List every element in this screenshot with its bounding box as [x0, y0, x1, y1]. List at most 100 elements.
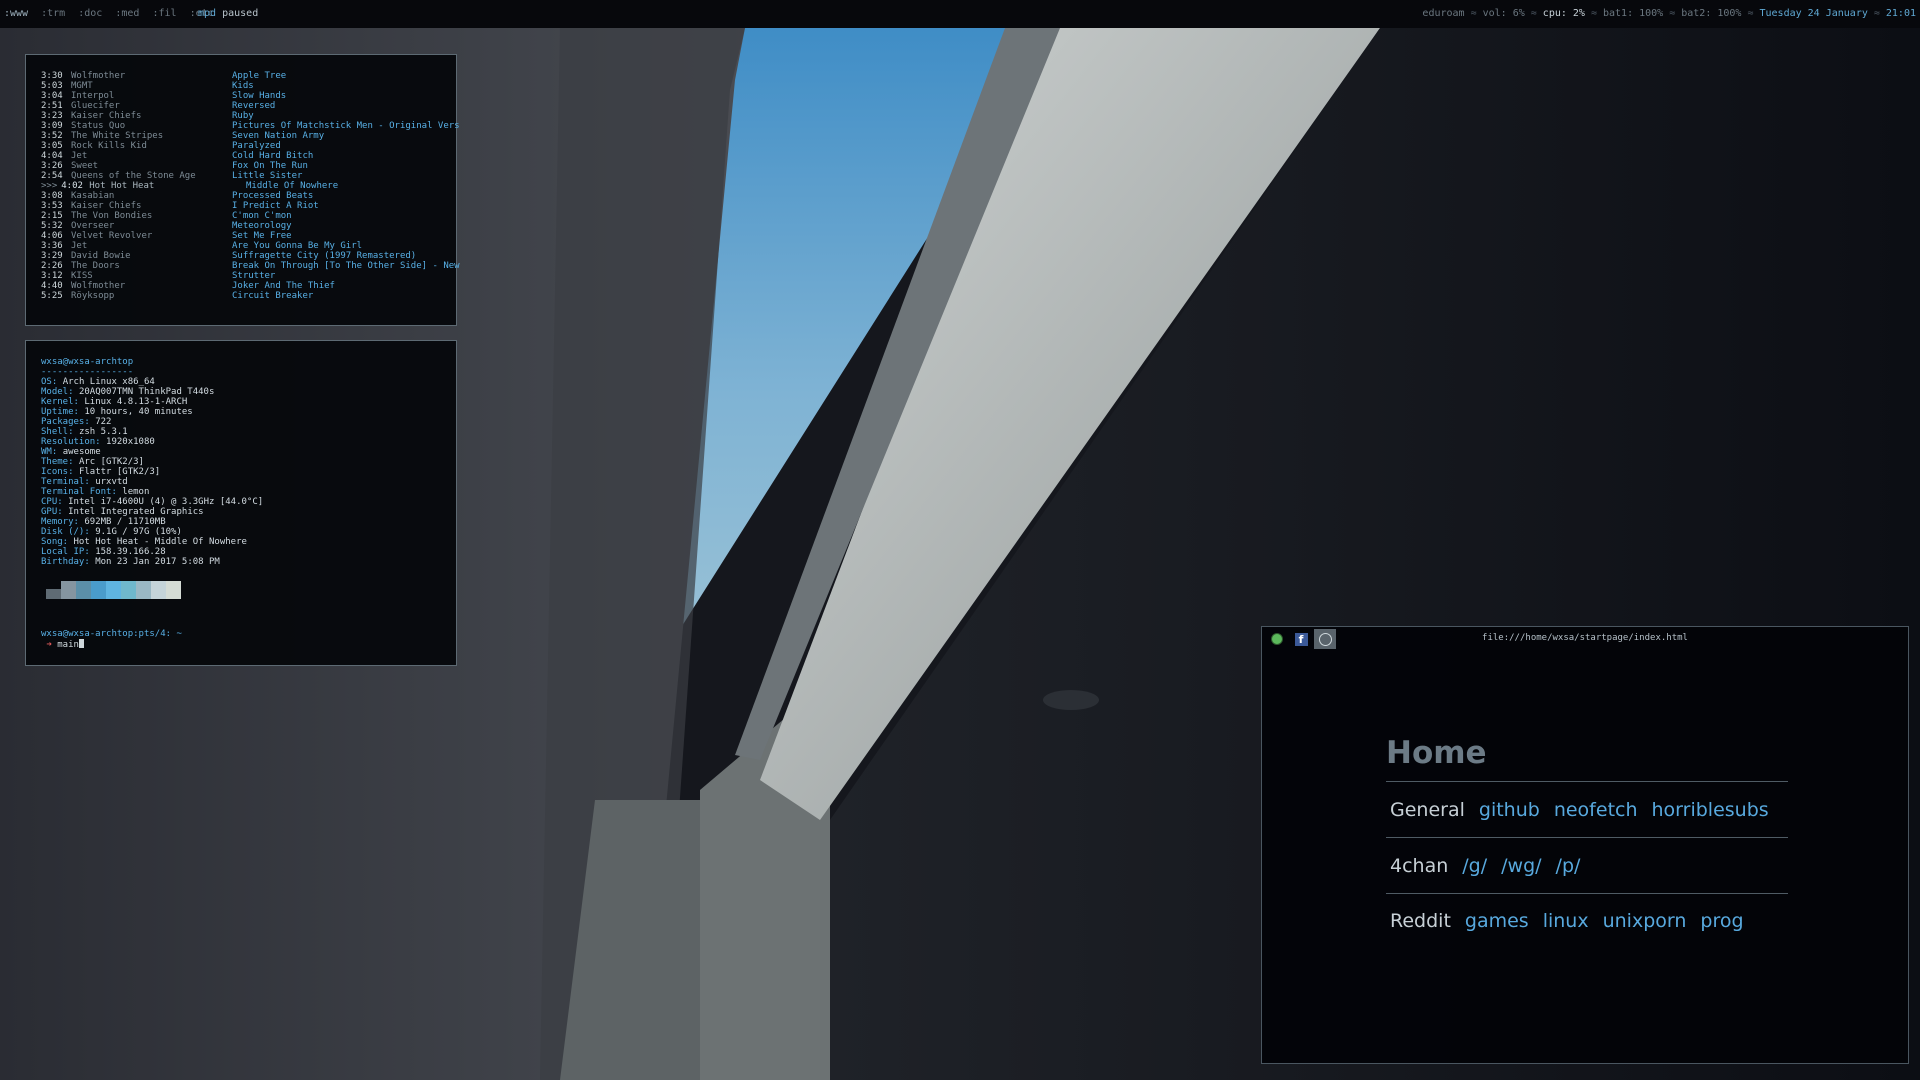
- section-category: Reddit: [1390, 910, 1451, 932]
- track-artist: Sweet: [71, 161, 99, 171]
- playlist-row[interactable]: 3:52 The White Stripes Seven Nation Army: [41, 131, 456, 141]
- track-artist: Status Quo: [71, 121, 126, 131]
- bookmark-link[interactable]: horriblesubs: [1652, 799, 1769, 821]
- info-key: Model:: [41, 387, 74, 397]
- workspace-tag-fil[interactable]: :fil: [153, 8, 177, 19]
- clock-display: 21:01: [1885, 8, 1916, 19]
- color-swatch: [61, 581, 76, 599]
- playlist-row[interactable]: 5:25 Röyksopp Circuit Breaker: [41, 291, 456, 301]
- playlist-row[interactable]: 4:06 Velvet Revolver Set Me Free: [41, 231, 456, 241]
- shell-prompt[interactable]: wxsa@wxsa-archtop:pts/4: ~ ➜ main: [41, 629, 456, 650]
- track-duration: 3:05: [41, 141, 63, 151]
- track-artist: Hot Hot Heat: [89, 181, 155, 191]
- bookmark-link[interactable]: linux: [1543, 910, 1589, 932]
- section-4chan: 4chan/g/ /wg/ /p/: [1390, 855, 1594, 877]
- playlist-row[interactable]: 3:04 Interpol Slow Hands: [41, 91, 456, 101]
- status-dot-icon[interactable]: [1266, 629, 1288, 649]
- bookmark-link[interactable]: unixporn: [1603, 910, 1687, 932]
- neofetch-info-line: Uptime: 10 hours, 40 minutes: [41, 407, 456, 417]
- workspace-tag-www[interactable]: :www: [4, 8, 28, 19]
- playlist-row[interactable]: 2:51 Gluecifer Reversed: [41, 101, 456, 111]
- playlist-row[interactable]: 4:04 Jet Cold Hard Bitch: [41, 151, 456, 161]
- track-duration: 4:04: [41, 151, 63, 161]
- section-category: General: [1390, 799, 1465, 821]
- track-artist: MGMT: [71, 81, 93, 91]
- system-status: eduroam ≈ vol: 6% ≈ cpu: 2% ≈ bat1: 100% ≈ bat2:…: [1422, 8, 1916, 19]
- info-value: 158.39.166.28: [95, 547, 166, 557]
- info-key: WM:: [41, 447, 58, 457]
- playlist-row[interactable]: 2:54 Queens of the Stone Age Little Sister: [41, 171, 456, 181]
- bookmark-link[interactable]: neofetch: [1554, 799, 1638, 821]
- track-title: Set Me Free: [232, 231, 292, 241]
- track-duration: 5:03: [41, 81, 63, 91]
- info-value: Arch Linux x86_64: [62, 377, 155, 387]
- bookmark-link[interactable]: github: [1479, 799, 1540, 821]
- neofetch-info-line: Theme: Arc [GTK2/3]: [41, 457, 456, 467]
- facebook-tab-icon[interactable]: f: [1290, 629, 1312, 649]
- track-duration: 3:26: [41, 161, 63, 171]
- info-key: Disk (/):: [41, 527, 90, 537]
- color-swatch: [121, 581, 136, 599]
- color-swatch: [76, 581, 91, 599]
- color-swatch: [46, 589, 61, 599]
- neofetch-info-line: Icons: Flattr [GTK2/3]: [41, 467, 456, 477]
- network-status: eduroam: [1422, 8, 1465, 19]
- color-swatches: [46, 581, 456, 599]
- playlist-row[interactable]: 5:03 MGMT Kids: [41, 81, 456, 91]
- neofetch-terminal[interactable]: wxsa@wxsa-archtop ----------------- OS: …: [25, 340, 457, 666]
- track-duration: 3:30: [41, 71, 63, 81]
- music-playlist-terminal[interactable]: 3:30 Wolfmother Apple Tree 5:03 MGMT Kids 3:04…: [25, 54, 460, 326]
- workspace-tag-doc[interactable]: :doc: [78, 8, 102, 19]
- playlist-row[interactable]: 3:30 Wolfmother Apple Tree: [41, 71, 456, 81]
- bookmark-link[interactable]: /wg/: [1501, 855, 1541, 877]
- neofetch-info-line: CPU: Intel i7-4600U (4) @ 3.3GHz [44.0°C…: [41, 497, 456, 507]
- globe-tab-icon[interactable]: [1314, 629, 1336, 649]
- playlist-row[interactable]: 5:32 Overseer Meteorology: [41, 221, 456, 231]
- bookmark-link[interactable]: prog: [1700, 910, 1743, 932]
- workspace-tag-med[interactable]: :med: [115, 8, 139, 19]
- bookmark-link[interactable]: /g/: [1462, 855, 1487, 877]
- track-duration: 3:23: [41, 111, 63, 121]
- playlist-row[interactable]: 3:23 Kaiser Chiefs Ruby: [41, 111, 456, 121]
- playlist-row[interactable]: 2:15 The Von Bondies C'mon C'mon: [41, 211, 456, 221]
- color-swatch: [91, 581, 106, 599]
- info-value: urxvtd: [95, 477, 128, 487]
- bookmark-link[interactable]: /p/: [1556, 855, 1581, 877]
- track-duration: 5:32: [41, 221, 63, 231]
- bookmark-link[interactable]: games: [1465, 910, 1529, 932]
- track-artist: Interpol: [71, 91, 115, 101]
- neofetch-info-line: Terminal: urxvtd: [41, 477, 456, 487]
- workspace-tag-trm[interactable]: :trm: [41, 8, 65, 19]
- track-title: Slow Hands: [232, 91, 287, 101]
- playlist-row[interactable]: 3:12 KISS Strutter: [41, 271, 456, 281]
- playlist-row[interactable]: 3:29 David Bowie Suffragette City (1997 Re…: [41, 251, 456, 261]
- color-swatch: [166, 581, 181, 599]
- track-title: Apple Tree: [232, 71, 287, 81]
- battery2-status: bat2: 100%: [1681, 8, 1742, 19]
- track-artist: Kaiser Chiefs: [71, 201, 142, 211]
- url-bar[interactable]: file:///home/wxsa/startpage/index.html: [1262, 627, 1908, 649]
- section-general: General github neofetch horriblesubs: [1390, 799, 1783, 821]
- playlist-row[interactable]: 3:05 Rock Kills Kid Paralyzed: [41, 141, 456, 151]
- playlist-row[interactable]: 3:09 Status Quo Pictures Of Matchstick Men…: [41, 121, 460, 131]
- playlist-row[interactable]: 3:26 Sweet Fox On The Run: [41, 161, 456, 171]
- neofetch-info-line: OS: Arch Linux x86_64: [41, 377, 456, 387]
- prompt-arrow-icon: ➜: [46, 640, 52, 650]
- section-reddit: Reddit games linux unixporn prog: [1390, 910, 1758, 932]
- info-key: Terminal Font:: [41, 487, 117, 497]
- track-title: C'mon C'mon: [232, 211, 292, 221]
- playlist-row[interactable]: 3:08 Kasabian Processed Beats: [41, 191, 456, 201]
- section-category: 4chan: [1390, 855, 1449, 877]
- playlist-row[interactable]: 2:26 The Doors Break On Through [To The Ot…: [41, 261, 460, 271]
- track-artist: Röyksopp: [71, 291, 115, 301]
- track-title: Pictures Of Matchstick Men - Original Ve…: [232, 121, 460, 131]
- info-value: lemon: [122, 487, 150, 497]
- playlist-row[interactable]: 4:40 Wolfmother Joker And The Thief: [41, 281, 456, 291]
- browser-window[interactable]: file:///home/wxsa/startpage/index.html f…: [1261, 626, 1909, 1064]
- startpage-title: Home: [1386, 735, 1487, 771]
- playlist-row[interactable]: 3:36 Jet Are You Gonna Be My Girl: [41, 241, 456, 251]
- workspace-tags: :www :trm :doc :med :fil :etc: [4, 0, 221, 28]
- track-duration: 4:06: [41, 231, 63, 241]
- playlist-row-current[interactable]: >>> 4:02 Hot Hot Heat Middle Of Nowhere: [41, 181, 456, 191]
- playlist-row[interactable]: 3:53 Kaiser Chiefs I Predict A Riot: [41, 201, 456, 211]
